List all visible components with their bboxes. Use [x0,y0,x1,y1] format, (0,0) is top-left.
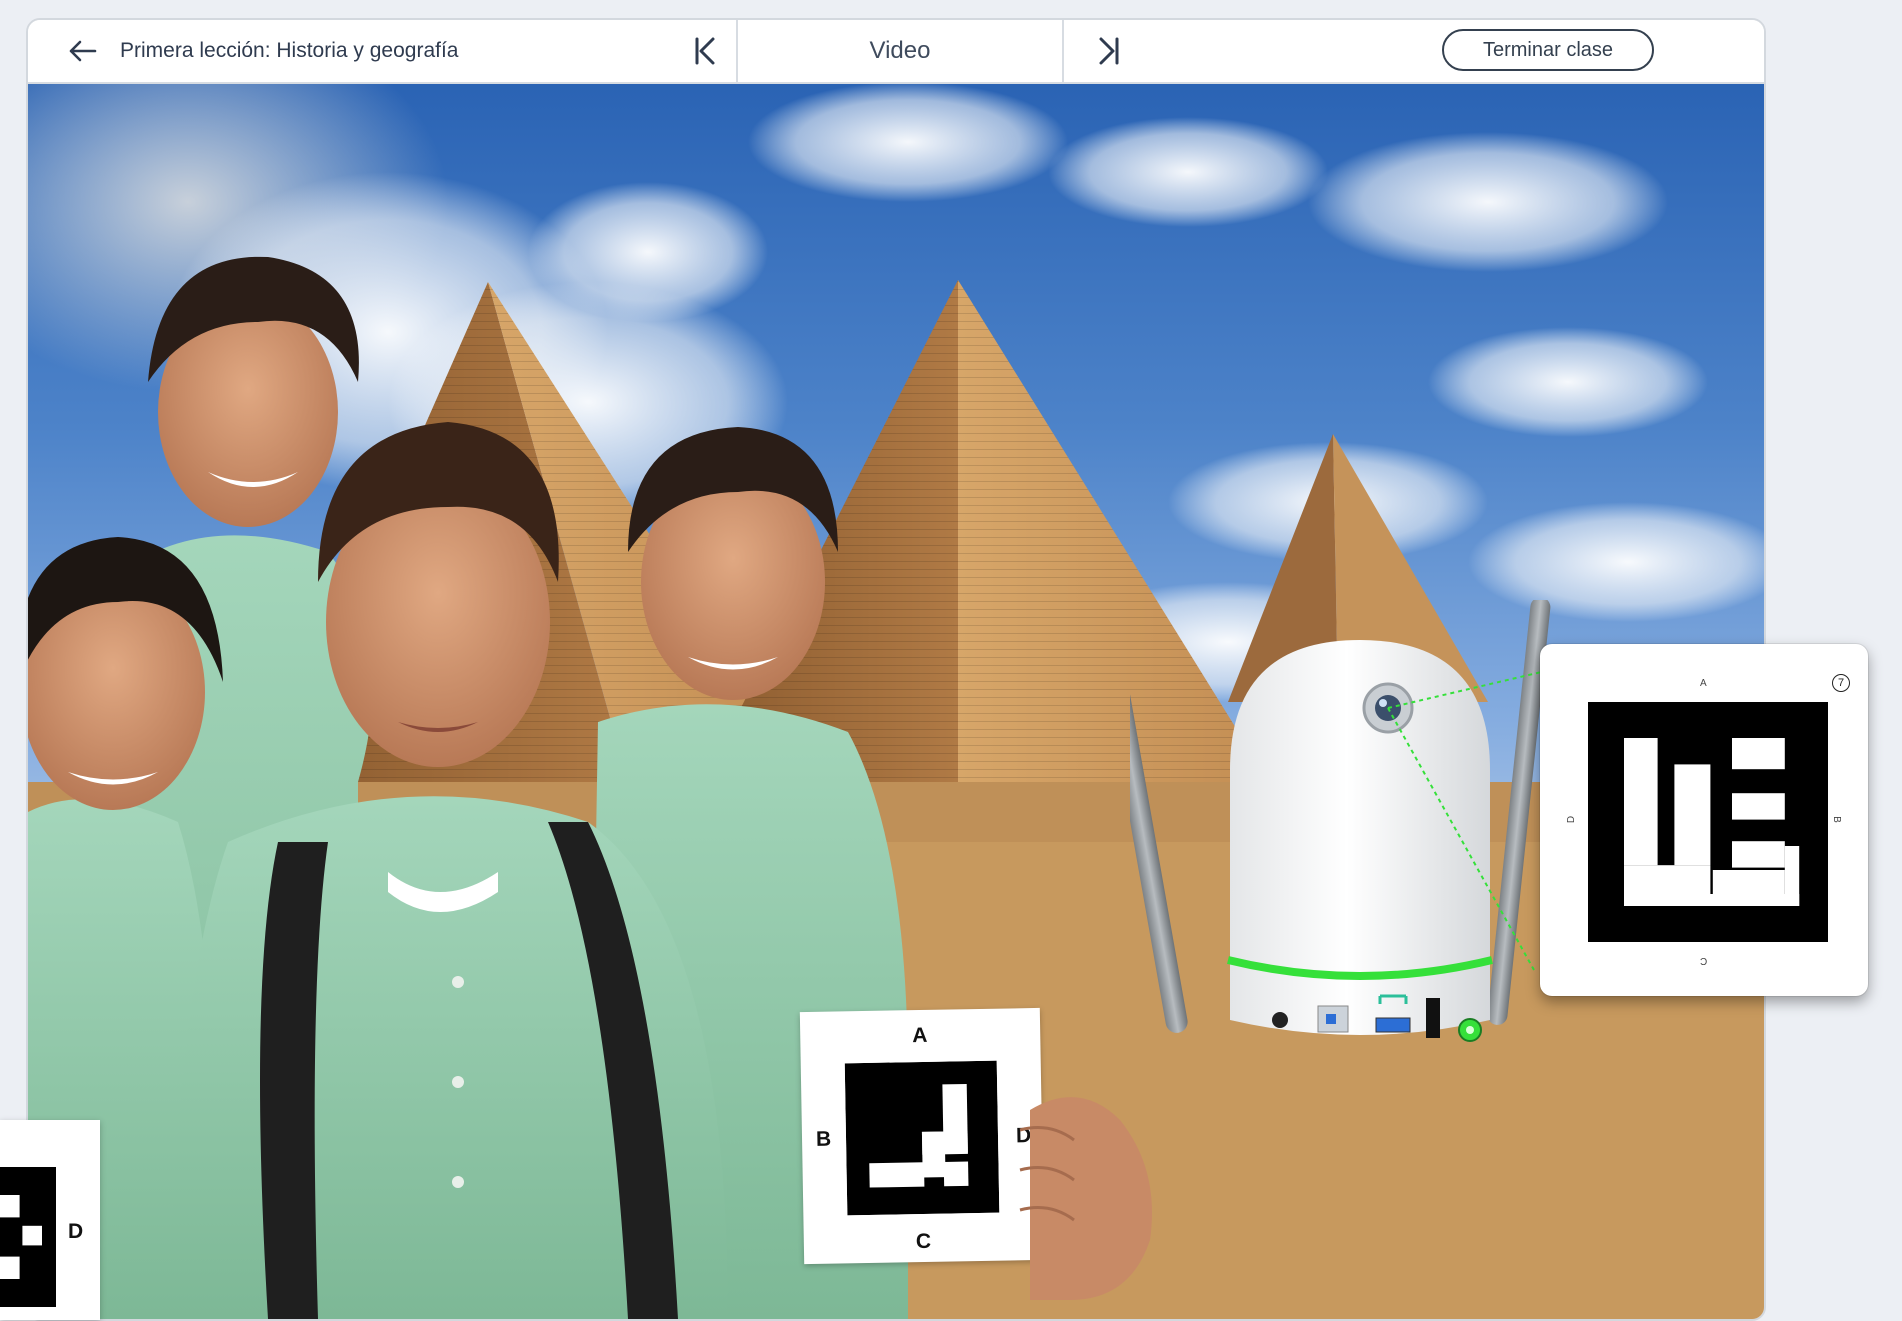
marker-label-b: B [1831,816,1843,823]
back-button[interactable] [54,30,110,72]
previous-button[interactable] [682,28,728,74]
left-marker-pattern-image [0,1167,56,1307]
marker-card: A B C D 7 [1540,644,1868,996]
marker-label-d: D [1566,815,1578,824]
student-card-label-c: C [915,1229,932,1254]
student-card-label-a: A [912,1023,928,1048]
lesson-toolbar: Primera lección: Historia y geografía Vi… [28,20,1764,84]
section-label: Video [736,20,1064,82]
student-marker-pattern-image [844,1060,1000,1216]
end-class-button[interactable]: Terminar clase [1442,29,1654,71]
left-card-label-d: D [68,1220,84,1243]
skip-next-icon [1099,37,1119,65]
camera-device-group: A B C D 7 [1130,600,1902,1100]
student-card-label-b: B [815,1127,832,1151]
marker-pattern-image [1588,702,1828,942]
hand-image [1019,1097,1152,1300]
next-button[interactable] [1086,28,1132,74]
arrow-left-icon [69,40,97,62]
student-marker-card: A B C D [799,1007,1045,1265]
lesson-title: Primera lección: Historia y geografía [120,39,459,62]
camera-device-image [1130,600,1551,1042]
skip-previous-icon [695,37,715,65]
marker-number: 7 [1832,674,1850,692]
marker-label-c: C [1700,955,1708,966]
marker-label-a: A [1700,678,1707,689]
left-marker-card: D [0,1120,100,1320]
